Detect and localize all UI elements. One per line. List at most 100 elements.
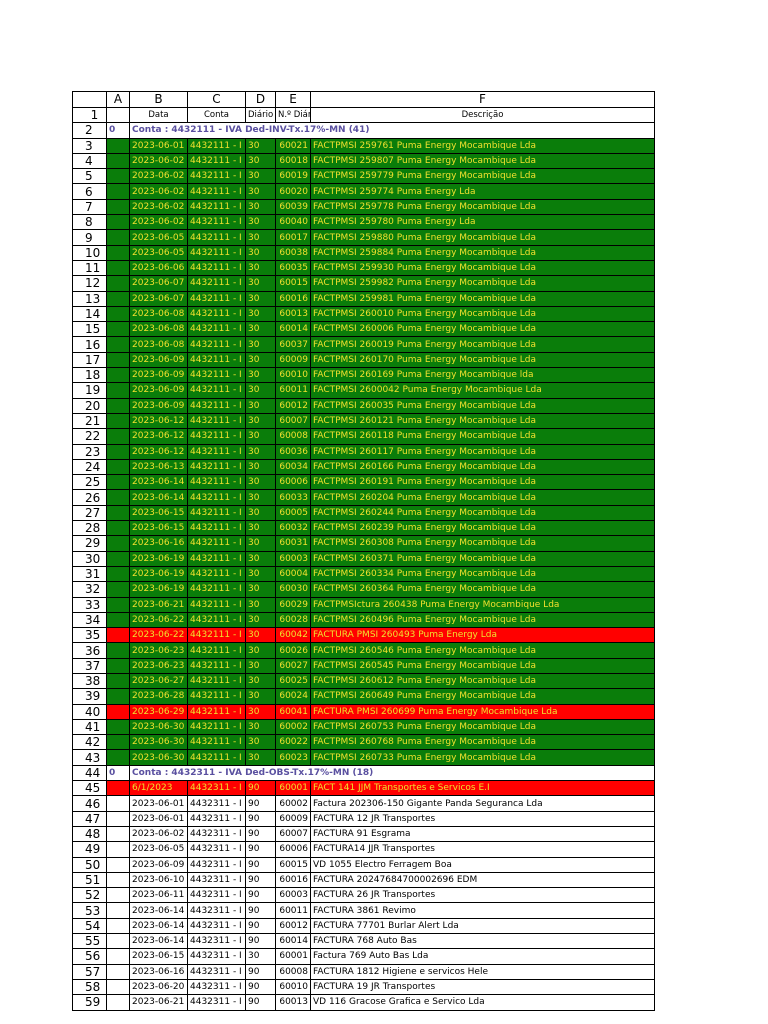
description-cell[interactable]: FACTPMSI 260371 Puma Energy Mocambique L… — [310, 550, 655, 567]
account-cell[interactable]: 4432111 - I — [187, 611, 246, 629]
cell-a[interactable] — [106, 489, 130, 506]
journal-cell[interactable]: 30 — [245, 244, 276, 261]
journal-number-cell[interactable]: 60028 — [275, 611, 311, 629]
journal-number-cell[interactable]: 60007 — [275, 412, 311, 430]
journal-cell[interactable]: 30 — [245, 948, 276, 965]
journal-cell[interactable]: 30 — [245, 535, 276, 552]
cell-a[interactable] — [106, 749, 130, 766]
date-cell[interactable]: 2023-06-14 — [129, 489, 188, 506]
account-cell[interactable]: 4432111 - I — [187, 550, 246, 567]
description-cell[interactable]: FACTPMSI 260546 Puma Energy Mocambique L… — [310, 642, 655, 659]
account-cell[interactable]: 4432111 - I — [187, 275, 246, 292]
cell-a[interactable] — [106, 428, 130, 445]
cell-a[interactable] — [106, 443, 130, 460]
cell-a[interactable] — [106, 214, 130, 231]
journal-number-cell[interactable]: 60037 — [275, 336, 311, 353]
row-number[interactable]: 25 — [72, 474, 107, 491]
description-cell[interactable]: FACTPMSI 260204 Puma Energy Mocambique L… — [310, 489, 655, 506]
row-number[interactable]: 11 — [72, 259, 107, 277]
journal-cell[interactable]: 30 — [245, 657, 276, 674]
date-cell[interactable]: 2023-06-09 — [129, 856, 188, 873]
description-cell[interactable]: FACTPMSI 259780 Puma Energy Lda — [310, 214, 655, 231]
description-cell[interactable]: FACTPMSI 259982 Puma Energy Mocambique L… — [310, 275, 655, 292]
description-cell[interactable]: FACTURA 77701 Burlar Alert Lda — [310, 917, 655, 935]
cell-a[interactable] — [106, 336, 130, 353]
row-number[interactable]: 20 — [72, 397, 107, 414]
cell-a[interactable] — [106, 152, 130, 170]
cell-a[interactable] — [106, 795, 130, 812]
cell-a[interactable] — [106, 780, 130, 797]
journal-number-cell[interactable]: 60033 — [275, 489, 311, 506]
date-cell[interactable]: 2023-06-20 — [129, 978, 188, 996]
account-cell[interactable]: 4432311 - I — [187, 902, 246, 919]
description-cell[interactable]: FACTURA PMSI 260699 Puma Energy Mocambiq… — [310, 703, 655, 720]
journal-cell[interactable]: 30 — [245, 229, 276, 246]
account-cell[interactable]: 4432111 - I — [187, 152, 246, 170]
description-cell[interactable]: FACTURA 26 JR Transportes — [310, 887, 655, 904]
account-cell[interactable]: 4432111 - I — [187, 168, 246, 185]
date-cell[interactable]: 2023-06-01 — [129, 795, 188, 812]
description-cell[interactable]: FACTPMSI 259930 Puma Energy Mocambique L… — [310, 259, 655, 277]
journal-number-cell[interactable]: 60013 — [275, 994, 311, 1011]
account-cell[interactable]: 4432111 - I — [187, 214, 246, 231]
description-cell[interactable]: FACTPMSI 260117 Puma Energy Mocambique L… — [310, 443, 655, 460]
account-cell[interactable]: 4432111 - I — [187, 244, 246, 261]
row-number[interactable]: 21 — [72, 412, 107, 430]
row-number[interactable]: 57 — [72, 963, 107, 980]
row-number[interactable]: 2 — [72, 122, 107, 139]
cell-a[interactable] — [106, 244, 130, 261]
cell-a[interactable] — [106, 734, 130, 751]
row-number[interactable]: 15 — [72, 321, 107, 338]
journal-cell[interactable]: 90 — [245, 963, 276, 980]
journal-number-cell[interactable]: 60015 — [275, 856, 311, 873]
row-number[interactable]: 28 — [72, 520, 107, 537]
journal-number-cell[interactable]: 60014 — [275, 321, 311, 338]
date-cell[interactable]: 2023-06-05 — [129, 841, 188, 858]
cell-a[interactable] — [106, 856, 130, 873]
row-number[interactable]: 37 — [72, 657, 107, 674]
date-cell[interactable]: 2023-06-19 — [129, 565, 188, 583]
date-cell[interactable]: 2023-06-08 — [129, 321, 188, 338]
date-cell[interactable]: 2023-06-12 — [129, 412, 188, 430]
journal-number-cell[interactable]: 60036 — [275, 443, 311, 460]
journal-cell[interactable]: 90 — [245, 780, 276, 797]
account-cell[interactable]: 4432311 - I — [187, 933, 246, 950]
group-title-cell[interactable]: Conta : 4432311 - IVA Ded-OBS-Tx.17%-MN … — [129, 764, 655, 782]
journal-cell[interactable]: 30 — [245, 672, 276, 690]
row-number[interactable]: 53 — [72, 902, 107, 919]
account-cell[interactable]: 4432111 - I — [187, 367, 246, 384]
date-cell[interactable]: 2023-06-02 — [129, 198, 188, 216]
cell-a[interactable] — [106, 994, 130, 1011]
row-number[interactable]: 26 — [72, 489, 107, 506]
date-cell[interactable]: 2023-06-22 — [129, 611, 188, 629]
cell-a[interactable] — [106, 871, 130, 889]
row-number[interactable]: 27 — [72, 504, 107, 522]
account-cell[interactable]: 4432311 - I — [187, 841, 246, 858]
cell-a[interactable] — [106, 841, 130, 858]
cell-a[interactable] — [106, 458, 130, 476]
journal-cell[interactable]: 30 — [245, 718, 276, 736]
journal-cell[interactable]: 30 — [245, 168, 276, 185]
date-cell[interactable]: 2023-06-02 — [129, 214, 188, 231]
account-cell[interactable]: 4432111 - I — [187, 627, 246, 644]
journal-cell[interactable]: 90 — [245, 917, 276, 935]
date-cell[interactable]: 2023-06-28 — [129, 688, 188, 705]
row-number[interactable]: 47 — [72, 810, 107, 827]
cell-a[interactable] — [106, 504, 130, 522]
account-cell[interactable]: 4432111 - I — [187, 474, 246, 491]
row-number[interactable]: 36 — [72, 642, 107, 659]
journal-number-cell[interactable]: 60039 — [275, 198, 311, 216]
journal-number-cell[interactable]: 60022 — [275, 734, 311, 751]
journal-number-cell[interactable]: 60021 — [275, 137, 311, 154]
journal-cell[interactable]: 90 — [245, 871, 276, 889]
account-cell[interactable]: 4432111 - I — [187, 703, 246, 720]
account-cell[interactable]: 4432311 - I — [187, 810, 246, 827]
description-cell[interactable]: FACTPMSI 260035 Puma Energy Mocambique L… — [310, 397, 655, 414]
row-number[interactable]: 38 — [72, 672, 107, 690]
journal-number-cell[interactable]: 60009 — [275, 810, 311, 827]
journal-number-cell[interactable]: 60008 — [275, 428, 311, 445]
journal-number-cell[interactable]: 60024 — [275, 688, 311, 705]
journal-number-cell[interactable]: 60020 — [275, 183, 311, 200]
journal-cell[interactable]: 30 — [245, 550, 276, 567]
journal-number-cell[interactable]: 60001 — [275, 780, 311, 797]
